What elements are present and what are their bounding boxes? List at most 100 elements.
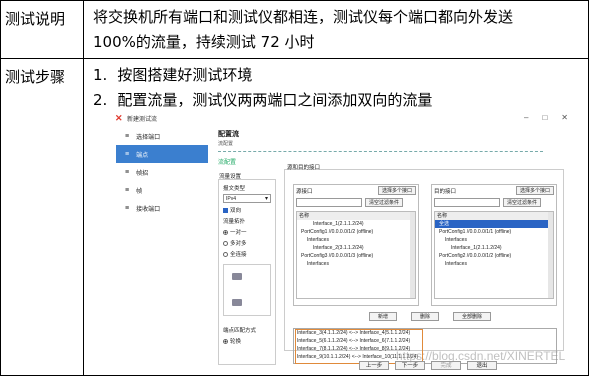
- checkbox-checked-icon: [223, 207, 228, 213]
- tree-node[interactable]: Interface_1(2.1.1.2/24): [435, 244, 553, 252]
- close-icon[interactable]: ✕: [561, 113, 568, 122]
- source-port-box: 源接口 选择多个接口 清空过滤条件 名称 Interface_1(2.1.1.2…: [293, 184, 419, 306]
- add-button[interactable]: 新增: [369, 312, 398, 321]
- dest-select-multi-button[interactable]: 选择多个接口: [515, 186, 554, 195]
- flow-config-link[interactable]: 流配置: [218, 157, 236, 166]
- radio-label: 轮换: [230, 339, 242, 345]
- tree-node[interactable]: Interface_1(2.1.1.2/24): [297, 220, 415, 228]
- radio-label: 多对多: [230, 241, 247, 247]
- tree-node[interactable]: Interface_2(3.1.1.2/24): [297, 244, 415, 252]
- checkbox-label: 双向: [230, 208, 242, 214]
- match-mode-radio[interactable]: 轮换: [223, 337, 271, 345]
- panel-title: 源和目的接口: [287, 165, 321, 171]
- sidebar-item-label: 帧招: [136, 170, 149, 177]
- topology-radio-one-to-one[interactable]: 一对一: [223, 228, 271, 236]
- wizard-sidebar: ≡ 选择端口 ≡ 端点 ≡ 帧招 ≡ 帧 ≡ 接收端口: [116, 127, 208, 355]
- tree-node[interactable]: Interfaces: [297, 260, 415, 268]
- topology-diagram: [223, 264, 271, 316]
- match-mode-label: 端点匹配方式: [223, 328, 257, 334]
- dest-tree: 名称 全选 PortConfig1 //0.0.0.0/1/1 (offline…: [434, 211, 554, 299]
- source-port-label: 源接口: [296, 188, 313, 195]
- minimize-icon[interactable]: –: [524, 113, 528, 122]
- dest-filter: 清空过滤条件: [432, 196, 556, 209]
- sidebar-item-label: 选择端口: [136, 134, 161, 141]
- dest-filter-input[interactable]: [434, 198, 500, 207]
- source-filter: 清空过滤条件: [294, 196, 418, 209]
- main-panel: 配置流 流配置 流配置 流量设置 报文类型 IPv4 双向 流量拓扑 一对一 多…: [218, 127, 580, 365]
- bidirectional-checkbox[interactable]: 双向: [223, 206, 271, 214]
- source-port-header: 源接口 选择多个接口: [294, 185, 418, 196]
- tree-node[interactable]: Interfaces: [297, 236, 415, 244]
- step-2: 2. 配置流量，测试仪两两端口之间添加双向的流量: [93, 88, 588, 113]
- radio-icon: [223, 338, 228, 344]
- menu-lines-icon: ≡: [125, 168, 130, 176]
- group-label: 流量设置: [219, 174, 242, 180]
- name-column-header: 名称: [297, 212, 415, 220]
- tree-node[interactable]: PortConfig3 //0.0.0.0/1/3 (offline): [297, 252, 415, 260]
- description-cell: 将交换机所有端口和测试仪都相连，测试仪每个端口都向外发送 100%的流量，持续测…: [83, 0, 589, 59]
- src-dst-interface-panel: 源和目的接口 源接口 选择多个接口 清空过滤条件 名称 Interface_1(…: [284, 165, 564, 364]
- dest-clear-filter-button[interactable]: 清空过滤条件: [503, 198, 542, 207]
- tree-node[interactable]: Interfaces: [435, 236, 553, 244]
- sidebar-item-rx-port[interactable]: ≡ 接收端口: [116, 199, 208, 217]
- watermark: https://blog.csdn.net/XINERTEL: [396, 349, 566, 363]
- tree-node[interactable]: PortConfig1 //0.0.0.0/1/1 (offline): [435, 228, 553, 236]
- page-title: 配置流: [218, 131, 239, 138]
- sidebar-item-frame-header[interactable]: ≡ 帧招: [116, 163, 208, 181]
- source-select-multi-button[interactable]: 选择多个接口: [377, 186, 416, 195]
- label-steps: 测试步骤: [0, 58, 84, 376]
- divider: [218, 151, 543, 152]
- label-description: 测试说明: [0, 0, 84, 59]
- description-line-2: 100%的流量，持续测试 72 小时: [93, 33, 315, 51]
- menu-lines-icon: ≡: [125, 132, 130, 140]
- packet-type-label: 报文类型: [223, 186, 246, 192]
- sidebar-item-frame[interactable]: ≡ 帧: [116, 181, 208, 199]
- delete-all-button[interactable]: 全部删除: [453, 312, 492, 321]
- packet-type-select[interactable]: IPv4: [223, 194, 271, 203]
- maximize-icon[interactable]: □: [542, 113, 547, 122]
- step-1: 1. 按图搭建好测试环境: [93, 63, 588, 88]
- topology-radio-many-to-many[interactable]: 多对多: [223, 239, 271, 247]
- step-1-num: 1.: [93, 66, 108, 84]
- sidebar-item-label: 接收端口: [136, 206, 161, 213]
- prev-button[interactable]: 上一步: [359, 361, 389, 370]
- radio-icon: [223, 251, 228, 257]
- name-column-header: 名称: [435, 212, 553, 220]
- sidebar-item-select-port[interactable]: ≡ 选择端口: [116, 127, 208, 145]
- menu-lines-icon: ≡: [125, 150, 130, 158]
- window-controls: – □ ✕: [524, 113, 568, 122]
- device-icon: [232, 299, 242, 306]
- description-line-1: 将交换机所有端口和测试仪都相连，测试仪每个端口都向外发送: [93, 8, 514, 26]
- menu-lines-icon: ≡: [125, 204, 130, 212]
- step-2-num: 2.: [93, 91, 108, 109]
- delete-button[interactable]: 删除: [411, 312, 440, 321]
- radio-icon: [223, 229, 228, 235]
- sidebar-item-endpoint[interactable]: ≡ 端点: [116, 145, 208, 163]
- scrollbar[interactable]: [548, 212, 553, 298]
- step-2-text: 配置流量，测试仪两两端口之间添加双向的流量: [117, 91, 433, 109]
- step-1-text: 按图搭建好测试环境: [117, 66, 253, 84]
- scrollbar[interactable]: [410, 212, 415, 298]
- source-filter-input[interactable]: [296, 198, 362, 207]
- radio-label: 一对一: [230, 230, 247, 236]
- dest-port-label: 目的接口: [434, 188, 457, 195]
- topology-radio-full-mesh[interactable]: 全连接: [223, 250, 271, 258]
- page-subtitle: 流配置: [218, 141, 234, 147]
- app-logo-icon: ✕: [115, 112, 123, 123]
- device-icon: [232, 273, 242, 280]
- dest-port-header: 目的接口 选择多个接口: [432, 185, 556, 196]
- topology-label: 流量拓扑: [223, 219, 246, 225]
- tree-node[interactable]: PortConfig2 //0.0.0.0/1/2 (offline): [435, 252, 553, 260]
- window-titlebar: ✕ 新建测试流 – □ ✕: [113, 111, 586, 125]
- radio-label: 全连接: [230, 252, 247, 258]
- sidebar-item-label: 端点: [136, 152, 149, 159]
- menu-lines-icon: ≡: [125, 186, 130, 194]
- window-title: 新建测试流: [127, 116, 158, 123]
- sidebar-item-label: 帧: [136, 188, 143, 195]
- tree-node[interactable]: PortConfig1 //0.0.0.0/1/2 (offline): [297, 228, 415, 236]
- tree-node-select-all[interactable]: 全选: [435, 220, 553, 228]
- tree-node[interactable]: Interfaces: [435, 260, 553, 268]
- source-clear-filter-button[interactable]: 清空过滤条件: [365, 198, 404, 207]
- pair-action-buttons: 新增 删除 全部删除: [369, 312, 492, 321]
- traffic-settings-panel: 流量设置 报文类型 IPv4 双向 流量拓扑 一对一 多对多 全连接 端点匹配方…: [218, 174, 276, 365]
